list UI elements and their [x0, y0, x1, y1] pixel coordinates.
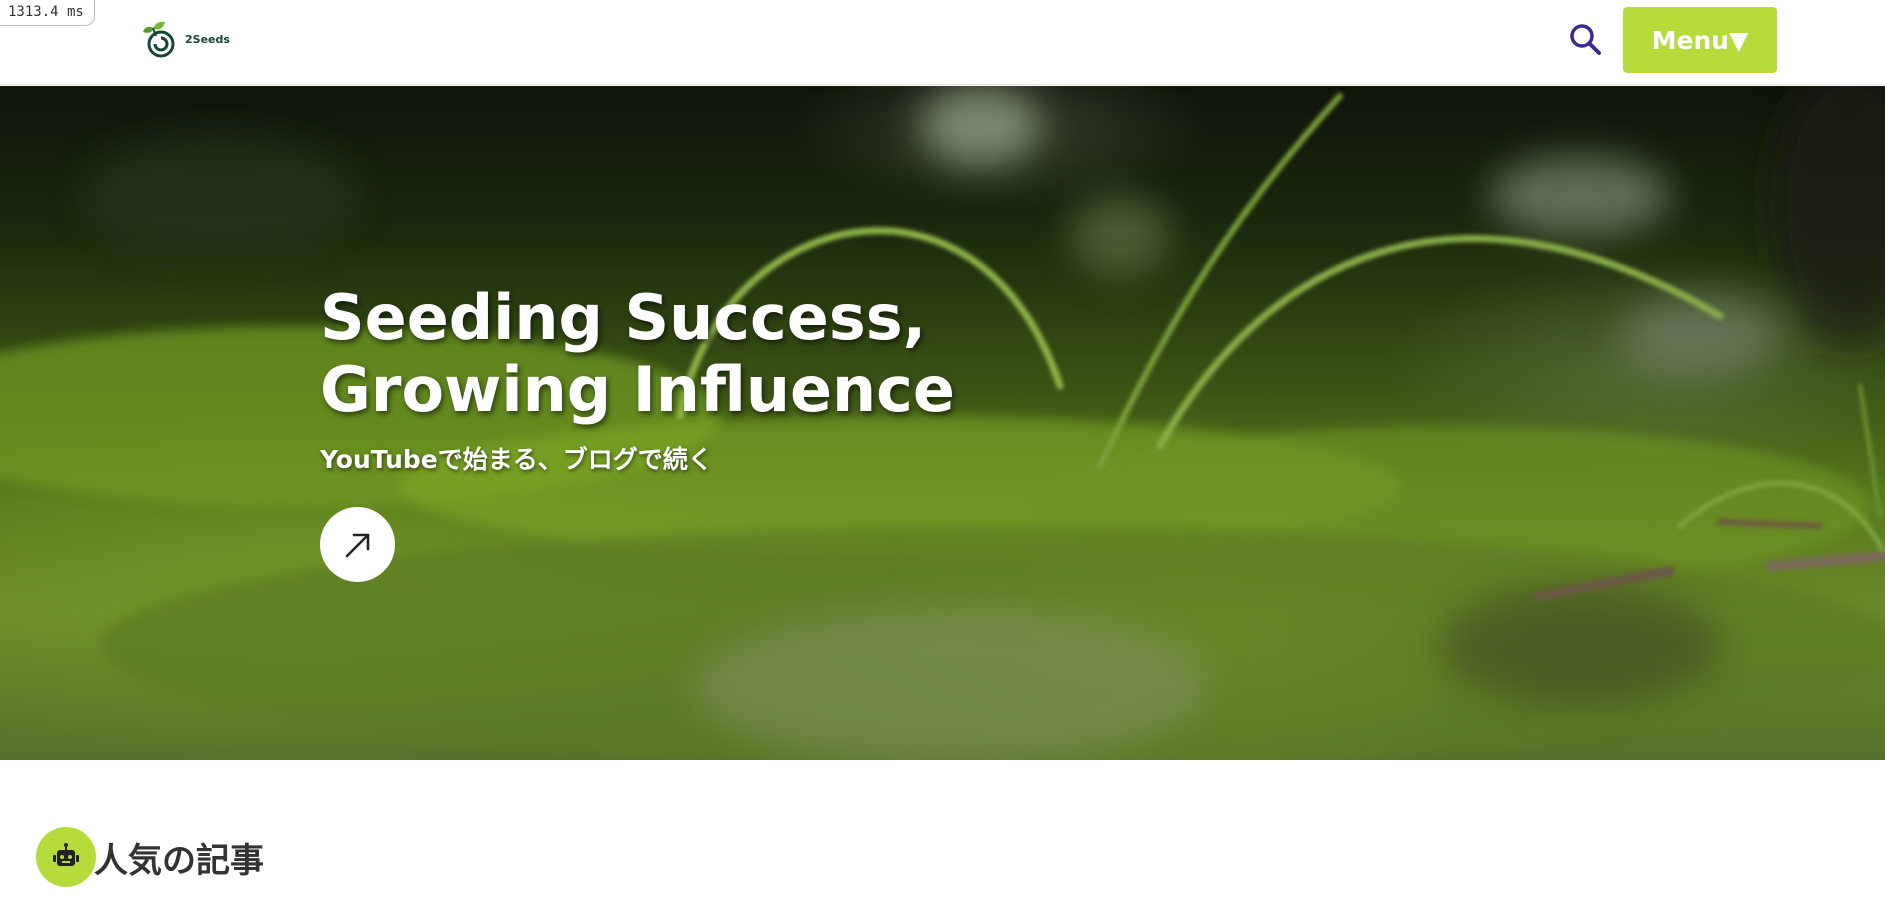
- hero-banner: Seeding Success, Growing Influence YouTu…: [0, 86, 1885, 760]
- arrow-up-right-icon: [345, 533, 369, 557]
- logo-text: 2Seeds: [185, 32, 230, 46]
- site-logo[interactable]: 2Seeds: [139, 17, 230, 61]
- hero-title: Seeding Success, Growing Influence: [320, 282, 1020, 426]
- robot-badge: [36, 827, 96, 887]
- menu-button[interactable]: Menu▼: [1623, 7, 1777, 73]
- seed-logo-icon: [143, 21, 175, 58]
- hero-title-line-1: Seeding Success,: [320, 281, 927, 354]
- hero-text-block: Seeding Success, Growing Influence YouTu…: [320, 282, 1020, 476]
- site-header: 2Seeds Menu▼: [0, 0, 1885, 85]
- popular-articles-heading: 人気の記事: [36, 826, 264, 888]
- hero-title-line-2: Growing Influence: [320, 353, 955, 426]
- hero-subtitle: YouTubeで始まる、ブログで続く: [320, 445, 713, 474]
- robot-icon: [53, 843, 79, 866]
- hero-link-button[interactable]: [320, 507, 395, 582]
- timing-badge: 1313.4 ms: [0, 0, 95, 26]
- popular-articles-title: 人気の記事: [94, 840, 264, 881]
- search-icon: [1570, 24, 1601, 55]
- search-button[interactable]: [1566, 20, 1604, 58]
